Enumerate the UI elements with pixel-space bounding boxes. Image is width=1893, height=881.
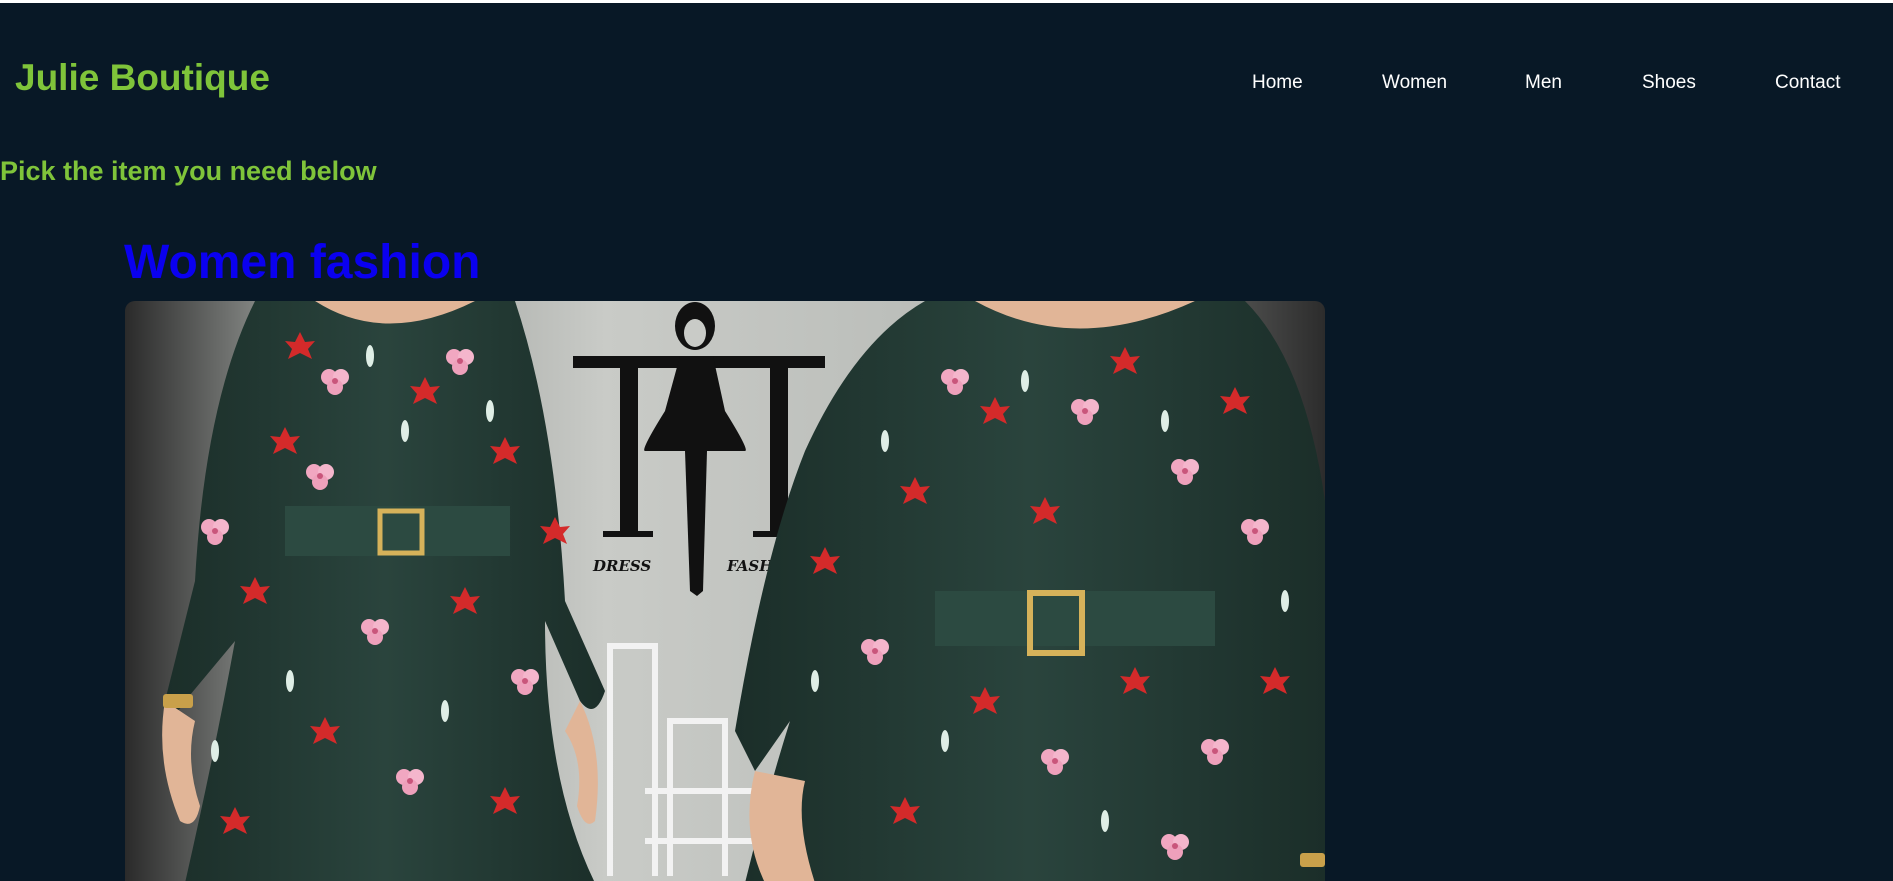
main-nav: Home Women Men Shoes Contact: [0, 71, 1893, 95]
logo-word-dress: DRESS: [592, 557, 651, 575]
nav-link-home[interactable]: Home: [1252, 71, 1303, 95]
section-title-women-fashion: Women fashion: [124, 236, 481, 289]
page-subtitle: Pick the item you need below: [0, 156, 377, 186]
nav-link-contact[interactable]: Contact: [1775, 71, 1840, 95]
nav-link-shoes[interactable]: Shoes: [1642, 71, 1696, 95]
nav-link-women[interactable]: Women: [1382, 71, 1447, 95]
women-fashion-image[interactable]: DRESS FASHION: [125, 301, 1325, 881]
nav-link-men[interactable]: Men: [1525, 71, 1562, 95]
page-background: Julie Boutique Home Women Men Shoes Cont…: [0, 3, 1893, 881]
